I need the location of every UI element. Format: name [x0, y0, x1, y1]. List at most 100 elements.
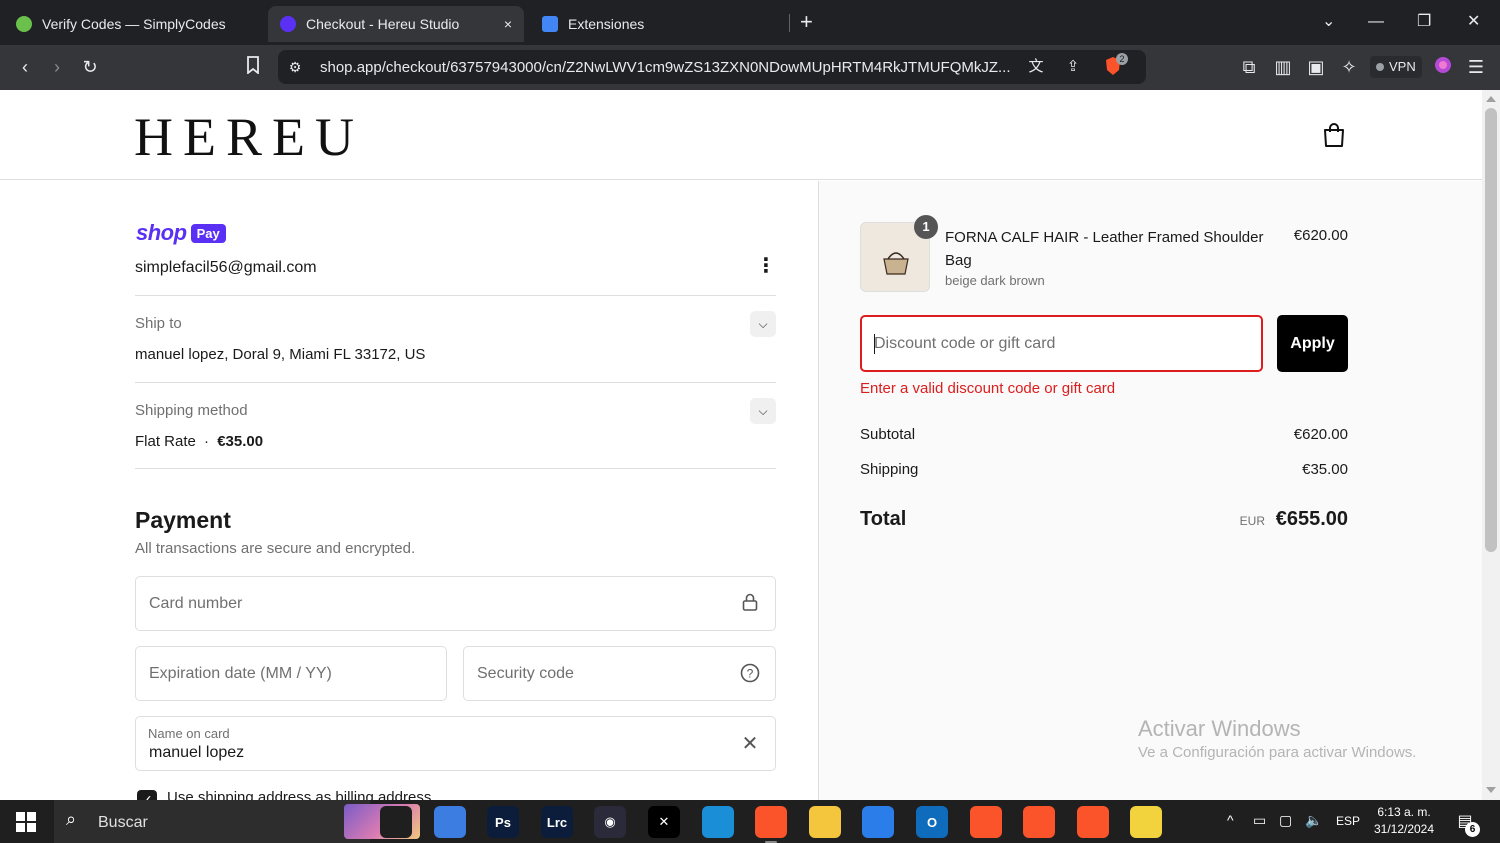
- name-on-card-field[interactable]: Name on card manuel lopez ✕: [135, 716, 776, 771]
- tab-search-chevron-icon[interactable]: ⌄: [1322, 10, 1335, 34]
- total-currency: EUR: [1239, 514, 1265, 528]
- card-number-placeholder: Card number: [149, 595, 243, 612]
- lock-icon: [739, 593, 761, 615]
- microsoft-store-icon[interactable]: [862, 806, 894, 838]
- sticky-app-icon[interactable]: [1130, 806, 1162, 838]
- ship-to-address: manuel lopez, Doral 9, Miami FL 33172, U…: [135, 346, 426, 363]
- search-icon: ⌕: [66, 809, 77, 829]
- tab-title: Verify Codes — SimplyCodes: [42, 16, 226, 32]
- billing-address-checkbox-label[interactable]: Use shipping address as billing address: [167, 789, 431, 800]
- page-scrollbar[interactable]: [1482, 90, 1500, 800]
- payment-subtitle: All transactions are secure and encrypte…: [135, 540, 416, 557]
- discount-code-input[interactable]: Discount code or gift card: [860, 315, 1263, 372]
- shipping-method-expand-chevron-icon[interactable]: ⌵: [750, 398, 776, 424]
- scroll-down-arrow-icon[interactable]: [1486, 787, 1496, 793]
- total-label: Total: [860, 508, 907, 530]
- tab-extensiones[interactable]: Extensiones: [530, 6, 786, 42]
- minimize-window-icon[interactable]: —: [1368, 10, 1384, 34]
- translate-icon[interactable]: 文: [1025, 56, 1047, 78]
- scrollbar-thumb[interactable]: [1485, 108, 1497, 552]
- checkout-page: HEREU shop Pay simplefacil56@gmail.com ⋮…: [0, 90, 1482, 800]
- site-settings-icon[interactable]: ⚙: [284, 56, 306, 78]
- search-label: Buscar: [98, 814, 148, 831]
- divider: [135, 382, 776, 383]
- url-text[interactable]: shop.app/checkout/63757943000/cn/Z2NwLWV…: [320, 59, 1011, 76]
- notifications-icon[interactable]: ▤ 6: [1452, 809, 1480, 837]
- notification-count-badge: 6: [1465, 822, 1480, 837]
- hereu-logo[interactable]: HEREU: [134, 106, 364, 168]
- billing-address-checkbox[interactable]: ✓: [137, 790, 157, 800]
- shoulder-bag-image-icon: [883, 252, 909, 275]
- edge-icon[interactable]: [702, 806, 734, 838]
- shopping-bag-icon[interactable]: [1322, 122, 1346, 148]
- close-window-icon[interactable]: ✕: [1467, 10, 1480, 34]
- taskbar-clock[interactable]: 6:13 a. m. 31/12/2024: [1366, 804, 1442, 838]
- shop-pay-word: shop: [136, 220, 187, 245]
- forward-icon[interactable]: ›: [46, 56, 68, 78]
- card-number-field[interactable]: Card number: [135, 576, 776, 631]
- shipping-method-price: €35.00: [217, 433, 264, 450]
- back-icon[interactable]: ‹: [14, 56, 36, 78]
- volume-icon[interactable]: 🔈: [1305, 812, 1322, 829]
- ship-to-label: Ship to: [135, 315, 182, 332]
- security-code-field[interactable]: Security code ?: [463, 646, 776, 701]
- outlook-icon[interactable]: O: [916, 806, 948, 838]
- address-bar[interactable]: ⚙ shop.app/checkout/63757943000/cn/Z2NwL…: [278, 50, 1146, 84]
- profile-avatar-icon[interactable]: [1432, 56, 1454, 78]
- capcut-icon[interactable]: ✕: [648, 806, 680, 838]
- shipping-method-separator: ·: [204, 433, 210, 450]
- windows-start-icon[interactable]: [16, 812, 36, 832]
- file-explorer-icon[interactable]: [809, 806, 841, 838]
- sidebar-icon[interactable]: ▥: [1272, 56, 1294, 78]
- expiration-date-field[interactable]: Expiration date (MM / YY): [135, 646, 447, 701]
- brave-icon-4[interactable]: [1077, 806, 1109, 838]
- brave-icon[interactable]: [755, 806, 787, 843]
- apply-discount-button[interactable]: Apply: [1277, 315, 1348, 372]
- shields-count-badge: 2: [1116, 53, 1128, 65]
- simplycodes-favicon-icon: [16, 16, 32, 32]
- name-on-card-label: Name on card: [148, 726, 230, 741]
- scroll-up-arrow-icon[interactable]: [1486, 96, 1496, 102]
- clear-field-icon[interactable]: ✕: [739, 733, 761, 755]
- svg-text:?: ?: [747, 667, 754, 681]
- shipping-method-value: Flat Rate · €35.00: [135, 433, 263, 450]
- shop-pay-logo: shop Pay: [136, 220, 226, 246]
- close-tab-icon[interactable]: ×: [504, 16, 512, 32]
- lightroom-classic-icon[interactable]: Lrc: [541, 806, 573, 838]
- input-language[interactable]: ESP: [1336, 814, 1360, 828]
- leo-ai-icon[interactable]: ✧: [1338, 56, 1360, 78]
- discount-error-message: Enter a valid discount code or gift card: [860, 380, 1116, 397]
- wallet-icon[interactable]: ▣: [1305, 56, 1327, 78]
- network-icon[interactable]: ▢: [1279, 812, 1292, 829]
- extensions-icon[interactable]: ⧉: [1238, 56, 1260, 78]
- davinci-resolve-icon[interactable]: ◉: [594, 806, 626, 838]
- total-value: €655.00: [1275, 508, 1348, 530]
- taskbar-search-box[interactable]: ⌕ Buscar: [54, 800, 420, 843]
- brave-icon-2[interactable]: [970, 806, 1002, 838]
- restore-window-icon[interactable]: ❐: [1417, 10, 1431, 34]
- task-view-icon[interactable]: [380, 806, 412, 838]
- ship-to-expand-chevron-icon[interactable]: ⌵: [750, 311, 776, 337]
- name-on-card-value[interactable]: manuel lopez: [149, 744, 244, 762]
- reload-icon[interactable]: ↻: [79, 56, 101, 78]
- payment-heading: Payment: [135, 507, 231, 533]
- browser-tab-strip: Verify Codes — SimplyCodes Checkout - He…: [0, 0, 1500, 45]
- show-hidden-icons-chevron-icon[interactable]: ^: [1227, 812, 1234, 828]
- copilot-icon[interactable]: [434, 806, 466, 838]
- brave-icon-3[interactable]: [1023, 806, 1055, 838]
- meet-now-icon[interactable]: ▭: [1253, 812, 1266, 829]
- share-icon[interactable]: ⇪: [1062, 56, 1084, 78]
- account-email: simplefacil56@gmail.com: [135, 259, 317, 276]
- menu-icon[interactable]: ☰: [1465, 56, 1487, 78]
- product-price: €620.00: [1293, 227, 1348, 244]
- activate-windows-subtitle: Ve a Configuración para activar Windows.: [1138, 744, 1417, 761]
- photoshop-icon[interactable]: Ps: [487, 806, 519, 838]
- bookmark-icon[interactable]: [242, 56, 264, 78]
- more-options-icon[interactable]: ⋮: [755, 255, 777, 277]
- new-tab-button[interactable]: +: [800, 10, 813, 34]
- vpn-button[interactable]: VPN: [1370, 56, 1422, 78]
- tab-checkout-hereu[interactable]: Checkout - Hereu Studio ×: [268, 6, 524, 42]
- tab-verify-codes[interactable]: Verify Codes — SimplyCodes: [4, 6, 262, 42]
- help-circle-icon[interactable]: ?: [739, 663, 761, 685]
- windows-taskbar: ⌕ Buscar Ps Lrc ◉ ✕ O ^ ▭ ▢ 🔈 ESP 6:13 a. m.…: [0, 800, 1500, 843]
